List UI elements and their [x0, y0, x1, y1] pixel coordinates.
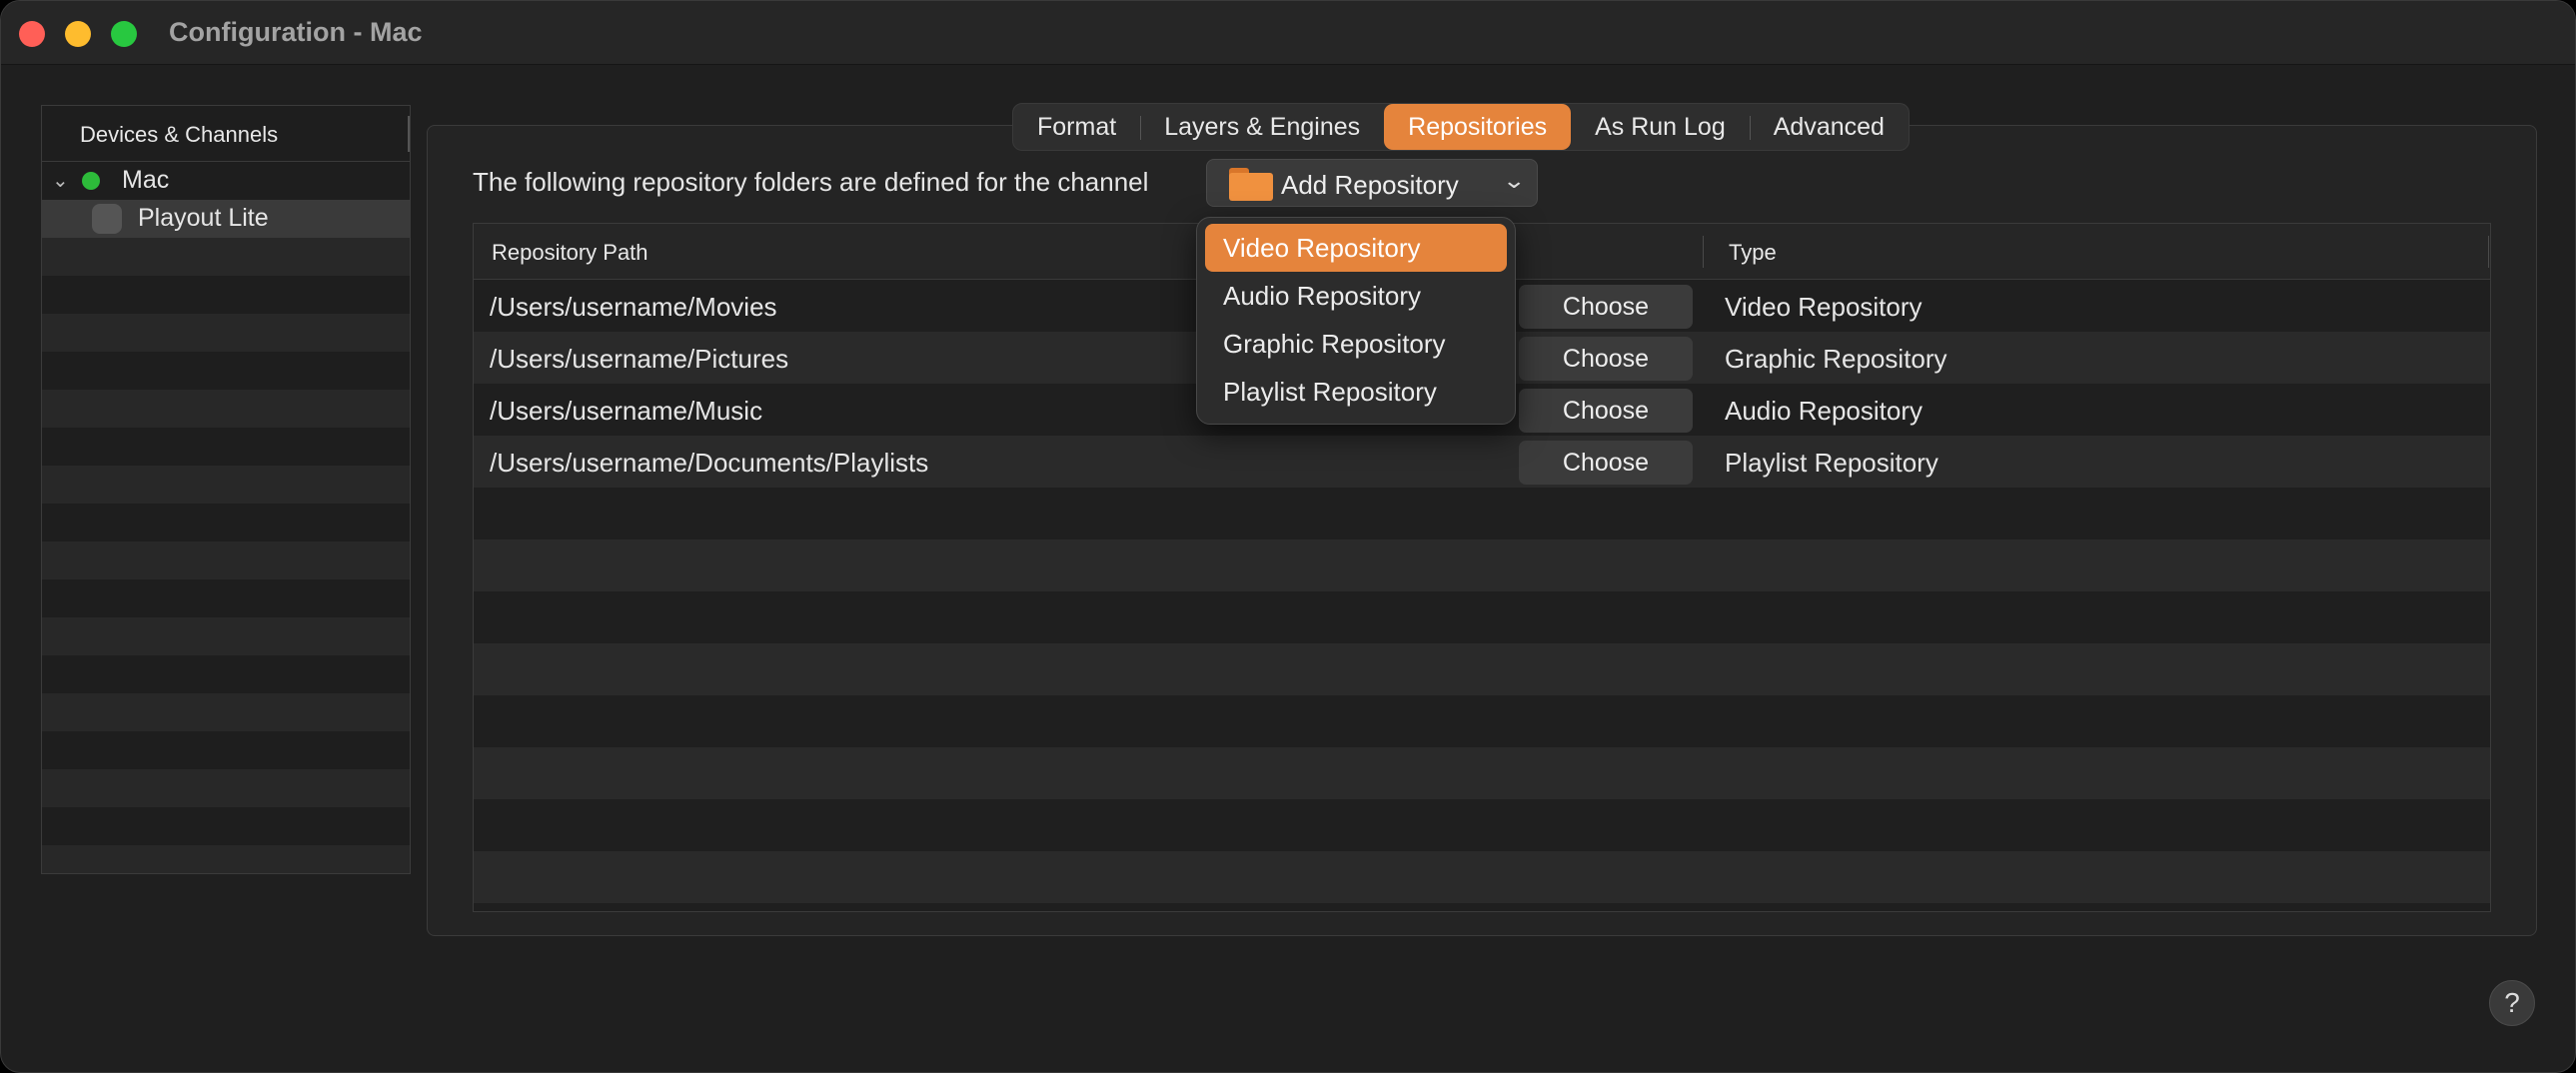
empty-row	[474, 539, 2490, 591]
empty-row	[474, 591, 2490, 643]
repository-path: /Users/username/Music	[490, 396, 763, 426]
chevron-down-icon: ⌄	[1501, 168, 1526, 193]
column-divider[interactable]	[2488, 236, 2489, 268]
tab-format[interactable]: Format	[1013, 104, 1140, 150]
column-header-path[interactable]: Repository Path	[492, 240, 648, 266]
empty-row	[42, 504, 410, 541]
empty-row	[42, 428, 410, 466]
status-online-icon	[82, 172, 100, 190]
empty-row	[474, 643, 2490, 695]
empty-row	[42, 276, 410, 314]
channel-icon	[92, 204, 122, 234]
empty-row	[42, 769, 410, 807]
repository-type: Video Repository	[1725, 292, 1923, 322]
empty-row	[42, 655, 410, 693]
empty-row	[474, 903, 2490, 911]
title-bar: Configuration - Mac	[1, 1, 2575, 65]
sidebar-empty-rows	[42, 238, 410, 873]
choose-button[interactable]: Choose	[1519, 441, 1693, 485]
empty-row	[474, 695, 2490, 747]
device-label: Mac	[122, 166, 170, 194]
sidebar-header[interactable]: Devices & Channels	[42, 106, 410, 162]
repositories-description: The following repository folders are def…	[473, 167, 1149, 197]
empty-row	[42, 238, 410, 276]
choose-button[interactable]: Choose	[1519, 337, 1693, 381]
empty-row	[474, 488, 2490, 539]
empty-row	[42, 617, 410, 655]
column-header-type[interactable]: Type	[1729, 240, 1777, 266]
tab-advanced[interactable]: Advanced	[1749, 104, 1909, 150]
table-empty-rows	[474, 488, 2490, 911]
empty-row	[474, 747, 2490, 799]
minimize-window-button[interactable]	[65, 21, 91, 47]
column-resize-handle[interactable]	[408, 116, 410, 152]
menu-item-graphic-repository[interactable]: Graphic Repository	[1205, 320, 1507, 368]
tab-layers-engines[interactable]: Layers & Engines	[1140, 104, 1384, 150]
choose-button[interactable]: Choose	[1519, 285, 1693, 329]
repository-type: Playlist Repository	[1725, 448, 1938, 478]
choose-button[interactable]: Choose	[1519, 389, 1693, 433]
configuration-window: Configuration - Mac Devices & Channels ⌄…	[0, 0, 2576, 1073]
menu-item-playlist-repository[interactable]: Playlist Repository	[1205, 368, 1507, 416]
window-title: Configuration - Mac	[169, 17, 423, 47]
empty-row	[42, 541, 410, 579]
empty-row	[42, 352, 410, 390]
empty-row	[42, 807, 410, 845]
empty-row	[42, 579, 410, 617]
add-repository-button[interactable]: Add Repository ⌄	[1206, 159, 1538, 207]
channel-label: Playout Lite	[138, 204, 269, 232]
repository-path: /Users/username/Pictures	[490, 344, 789, 374]
table-row[interactable]: /Users/username/Documents/Playlists Choo…	[474, 436, 2490, 488]
empty-row	[42, 466, 410, 504]
repository-path: /Users/username/Documents/Playlists	[490, 448, 929, 478]
sidebar-header-label: Devices & Channels	[80, 122, 279, 147]
empty-row	[42, 845, 410, 873]
tab-as-run-log[interactable]: As Run Log	[1571, 104, 1750, 150]
device-row-mac[interactable]: ⌄ Mac	[42, 162, 410, 200]
repository-type: Graphic Repository	[1725, 344, 1947, 374]
chevron-down-icon[interactable]: ⌄	[52, 168, 69, 193]
column-divider[interactable]	[1703, 236, 1704, 268]
help-button[interactable]: ?	[2489, 980, 2535, 1026]
tab-bar: Format Layers & Engines Repositories As …	[1012, 103, 1910, 151]
add-repository-menu: Video Repository Audio Repository Graphi…	[1196, 217, 1516, 425]
zoom-window-button[interactable]	[111, 21, 137, 47]
devices-sidebar: Devices & Channels ⌄ Mac Playout Lite	[41, 105, 411, 874]
tab-repositories[interactable]: Repositories	[1384, 104, 1572, 150]
empty-row	[42, 390, 410, 428]
empty-row	[42, 693, 410, 731]
close-window-button[interactable]	[19, 21, 45, 47]
menu-item-video-repository[interactable]: Video Repository	[1205, 224, 1507, 272]
repository-path: /Users/username/Movies	[490, 292, 777, 322]
empty-row	[42, 314, 410, 352]
channel-row-playout-lite[interactable]: Playout Lite	[42, 200, 410, 238]
folder-icon	[1229, 168, 1273, 201]
menu-item-audio-repository[interactable]: Audio Repository	[1205, 272, 1507, 320]
add-repository-label: Add Repository	[1281, 170, 1459, 200]
empty-row	[474, 851, 2490, 903]
empty-row	[474, 799, 2490, 851]
empty-row	[42, 731, 410, 769]
repository-type: Audio Repository	[1725, 396, 1923, 426]
